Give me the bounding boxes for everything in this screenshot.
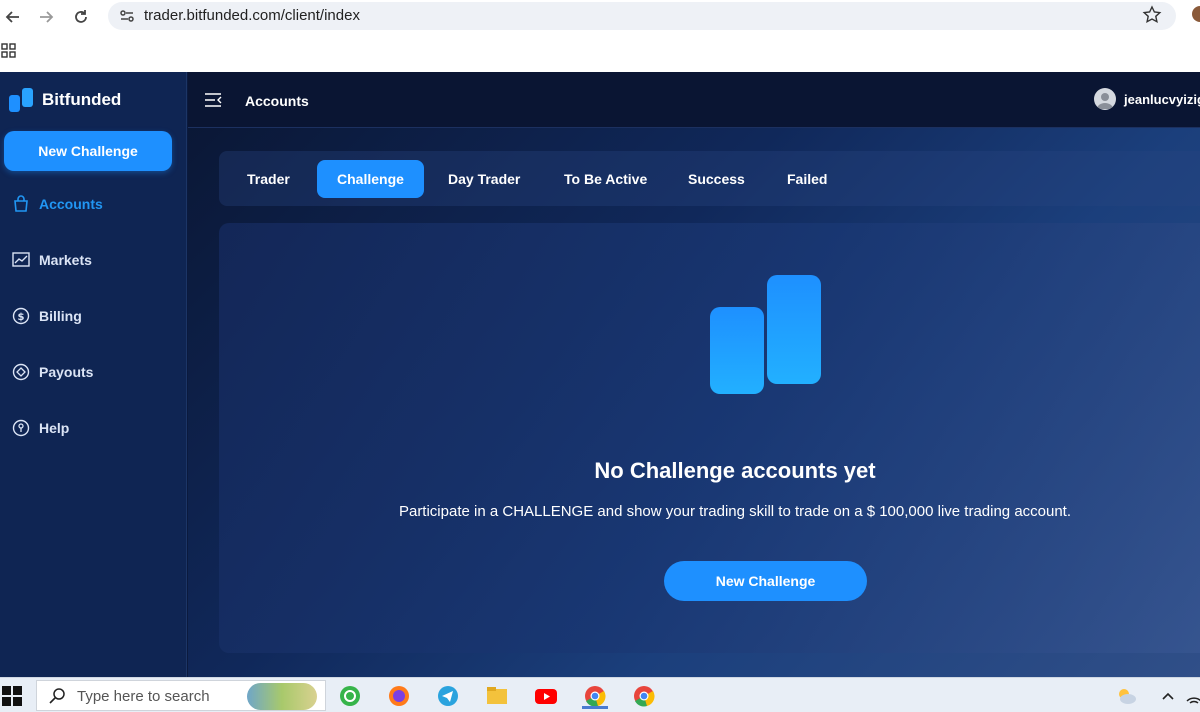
tab-day-trader[interactable]: Day Trader <box>428 160 540 198</box>
forward-button[interactable] <box>33 4 59 30</box>
tab-challenge[interactable]: Challenge <box>317 160 424 198</box>
windows-start-icon[interactable] <box>2 686 22 711</box>
chrome-icon[interactable] <box>631 683 657 709</box>
site-settings-icon[interactable] <box>118 7 136 25</box>
sidebar-item-label: Accounts <box>39 196 103 212</box>
user-menu[interactable]: jeanlucvyizig <box>1094 88 1200 110</box>
avatar[interactable] <box>1094 88 1116 110</box>
tab-trader[interactable]: Trader <box>227 160 310 198</box>
empty-state-card: No Challenge accounts yet Participate in… <box>219 223 1200 653</box>
sidebar-item-label: Markets <box>39 252 92 268</box>
whatsapp-icon[interactable] <box>337 683 363 709</box>
network-icon[interactable] <box>1181 683 1200 709</box>
taskbar: Type here to search <box>0 677 1200 712</box>
sidebar-item-label: Help <box>39 420 70 436</box>
bag-icon <box>14 195 28 212</box>
tab-to-be-active[interactable]: To Be Active <box>544 160 667 198</box>
sidebar-new-challenge-button[interactable]: New Challenge <box>4 131 172 171</box>
sidebar: Bitfunded New Challenge Accounts Markets… <box>0 72 187 677</box>
sidebar-item-payouts[interactable]: Payouts <box>12 361 93 383</box>
account-tabs: Trader Challenge Day Trader To Be Active… <box>219 151 1200 206</box>
page-title: Accounts <box>245 93 309 109</box>
brand[interactable]: Bitfunded <box>8 86 121 114</box>
menu-toggle-icon[interactable] <box>204 92 222 113</box>
sidebar-item-help[interactable]: Help <box>12 417 69 439</box>
sidebar-item-accounts[interactable]: Accounts <box>12 193 103 215</box>
diamond-circle-icon <box>12 363 30 381</box>
taskbar-search-placeholder[interactable]: Type here to search <box>77 688 210 705</box>
sidebar-item-markets[interactable]: Markets <box>12 249 92 271</box>
taskbar-search[interactable]: Type here to search <box>36 680 326 711</box>
bookmarks-bar <box>0 34 1200 72</box>
username[interactable]: jeanlucvyizig <box>1124 92 1200 107</box>
firefox-icon[interactable] <box>386 683 412 709</box>
search-highlight-image[interactable] <box>247 683 317 710</box>
search-icon <box>49 687 67 710</box>
reload-button[interactable] <box>68 4 94 30</box>
file-explorer-icon[interactable] <box>484 683 510 709</box>
bitfunded-logo-icon <box>9 88 33 112</box>
sidebar-item-label: Payouts <box>39 364 94 380</box>
tab-success[interactable]: Success <box>668 160 765 198</box>
weather-icon[interactable] <box>1113 683 1139 709</box>
url-text[interactable]: trader.bitfunded.com/client/index <box>144 7 360 24</box>
dollar-circle-icon: $ <box>12 307 30 325</box>
sidebar-item-billing[interactable]: $ Billing <box>12 305 82 327</box>
back-button[interactable] <box>0 4 26 30</box>
youtube-icon[interactable] <box>533 683 559 709</box>
active-app-indicator <box>582 706 608 709</box>
browser-toolbar: trader.bitfunded.com/client/index <box>0 0 1200 34</box>
topbar: Accounts jeanlucvyizig <box>188 72 1200 128</box>
apps-grid-icon[interactable] <box>1 43 17 64</box>
bitfunded-logo-large-icon <box>710 275 821 394</box>
empty-state-title: No Challenge accounts yet <box>594 458 876 483</box>
bookmark-star-icon[interactable] <box>1142 5 1162 30</box>
browser-profile-avatar[interactable] <box>1192 6 1200 22</box>
chart-icon <box>12 252 30 267</box>
chevron-up-icon[interactable] <box>1155 683 1181 709</box>
bitfunded-app: Bitfunded New Challenge Accounts Markets… <box>0 72 1200 677</box>
brand-name: Bitfunded <box>42 90 122 109</box>
main-content: Accounts jeanlucvyizig Trader Challenge … <box>188 72 1200 677</box>
tab-failed[interactable]: Failed <box>767 160 847 198</box>
telegram-icon[interactable] <box>435 683 461 709</box>
new-challenge-button[interactable]: New Challenge <box>664 561 867 601</box>
chrome-icon[interactable] <box>582 683 608 709</box>
empty-state-description: Participate in a CHALLENGE and show your… <box>398 503 1072 520</box>
svg-text:$: $ <box>18 312 25 323</box>
sidebar-item-label: Billing <box>39 308 82 324</box>
help-icon <box>12 419 30 437</box>
address-bar[interactable]: trader.bitfunded.com/client/index <box>108 2 1176 30</box>
